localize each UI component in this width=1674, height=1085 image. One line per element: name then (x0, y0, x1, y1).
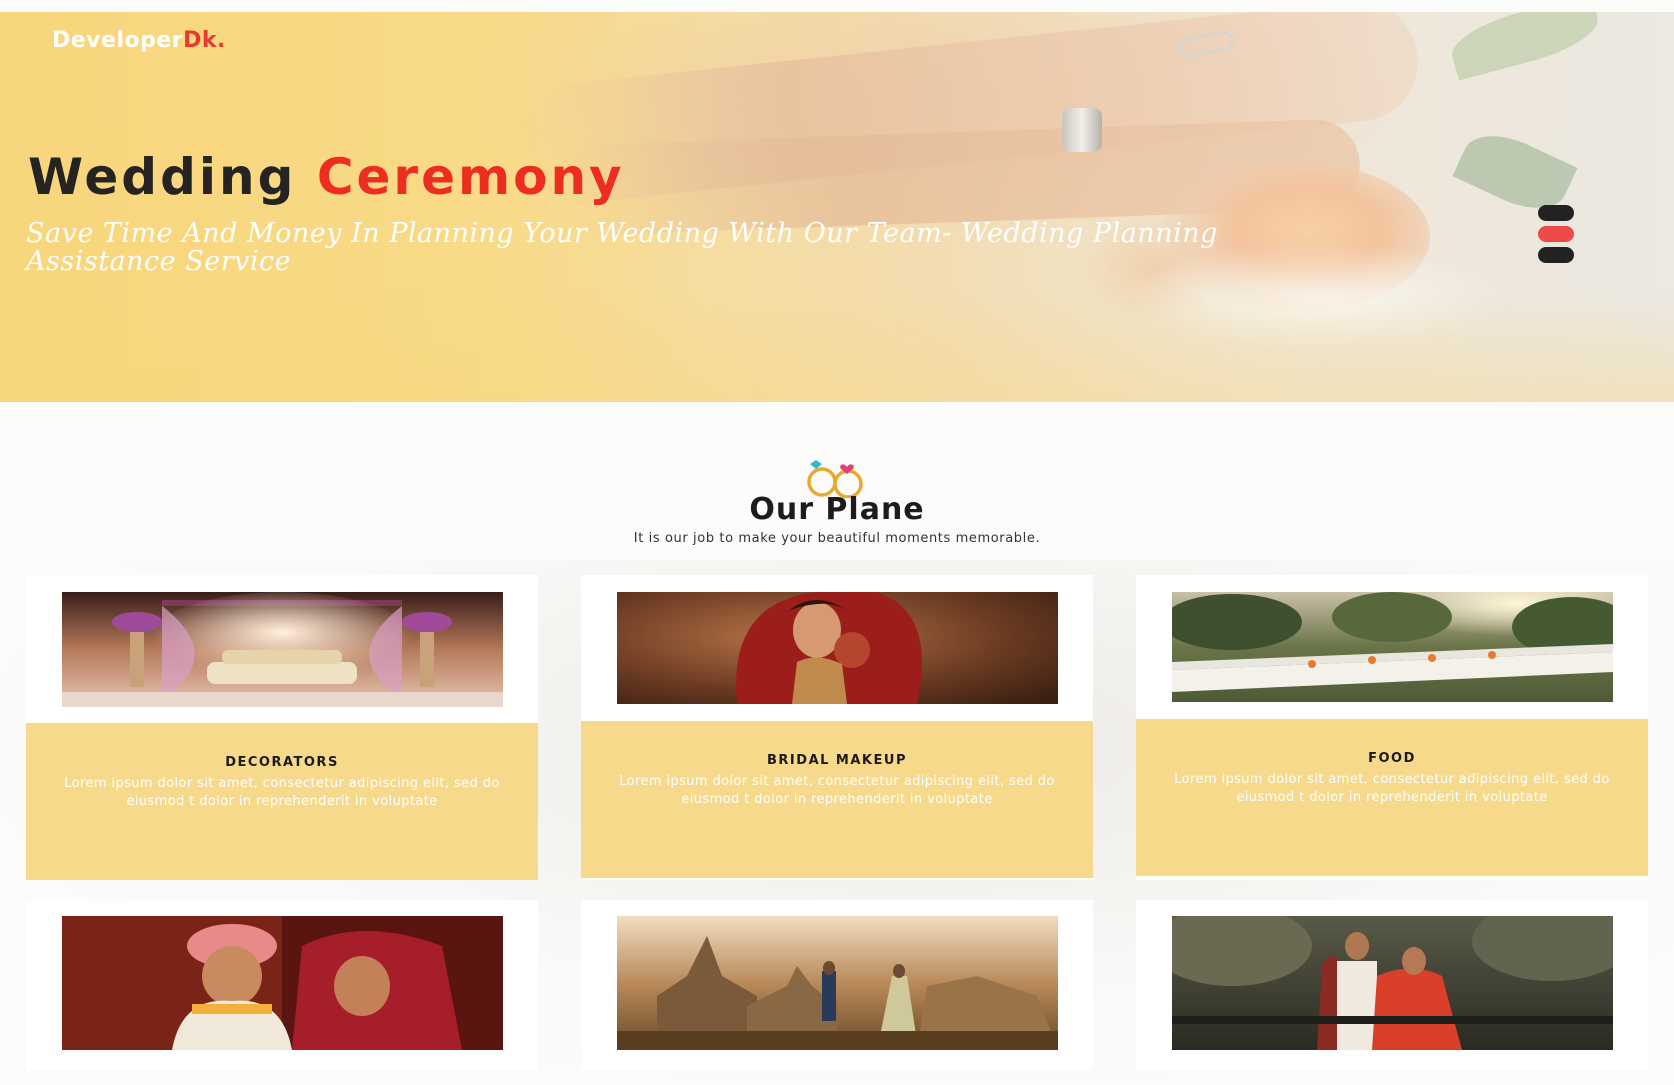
couple-garden-photo (1172, 916, 1613, 1050)
hero-title-accent: Ceremony (316, 148, 625, 206)
slider-dot-active[interactable] (1538, 226, 1574, 242)
slider-dot[interactable] (1538, 205, 1574, 221)
slider-dot[interactable] (1538, 247, 1574, 263)
gallery-card[interactable] (26, 900, 538, 1070)
service-title: DECORATORS (225, 755, 339, 770)
brand-name: Developer (52, 28, 184, 53)
service-card-bridal-makeup[interactable]: BRIDAL MAKEUP Lorem ipsum dolor sit amet… (581, 575, 1093, 880)
service-info: BRIDAL MAKEUP Lorem ipsum dolor sit amet… (581, 721, 1093, 878)
service-description: Lorem ipsum dolor sit amet, consectetur … (1174, 772, 1610, 805)
bridal-makeup-photo (617, 592, 1058, 704)
section-title: Our Plane (749, 492, 925, 527)
service-description: Lorem ipsum dolor sit amet, consectetur … (64, 776, 500, 809)
hero-overlay (0, 292, 1674, 402)
gallery-card[interactable] (581, 900, 1093, 1070)
brand-accent: Dk. (183, 28, 226, 53)
food-banquet-photo (1172, 592, 1613, 702)
service-description: Lorem ipsum dolor sit amet, consectetur … (619, 774, 1055, 807)
service-card-decorators[interactable]: DECORATORS Lorem ipsum dolor sit amet, c… (26, 575, 538, 880)
gallery-card[interactable] (1136, 900, 1648, 1070)
service-card-food[interactable]: FOOD Lorem ipsum dolor sit amet, consect… (1136, 575, 1648, 880)
section-subtitle: It is our job to make your beautiful mom… (633, 531, 1041, 546)
service-title: FOOD (1368, 751, 1416, 766)
hero-leaf-image (1446, 12, 1604, 81)
wedding-ritual-photo (62, 916, 503, 1050)
couple-temple-photo (617, 916, 1058, 1050)
hero-subtitle: Save Time And Money In Planning Your Wed… (26, 218, 1218, 277)
brand-logo[interactable]: DeveloperDk. (52, 28, 226, 53)
hero-banner (0, 12, 1674, 402)
hero-ring-image (1062, 108, 1102, 152)
hero-title-main: Wedding (28, 148, 297, 206)
service-title: BRIDAL MAKEUP (767, 753, 907, 768)
service-info: DECORATORS Lorem ipsum dolor sit amet, c… (26, 723, 538, 880)
service-info: FOOD Lorem ipsum dolor sit amet, consect… (1136, 719, 1648, 876)
hero-title: Wedding Ceremony (28, 148, 625, 206)
slider-dots (1538, 205, 1574, 268)
decorators-stage-photo (62, 592, 503, 707)
